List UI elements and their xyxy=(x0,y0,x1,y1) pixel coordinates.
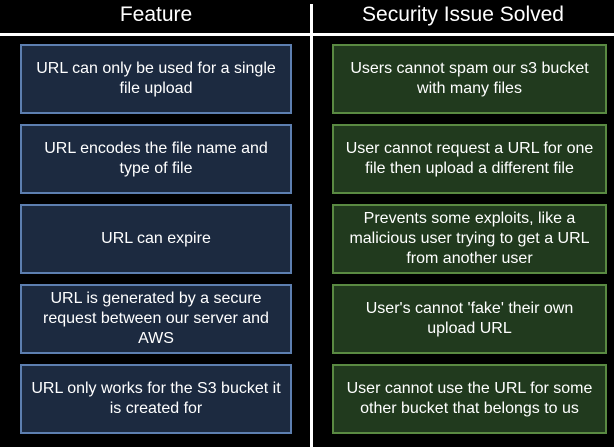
security-box-no-spam: Users cannot spam our s3 bucket with man… xyxy=(332,44,607,114)
security-box-no-fake-url: User's cannot 'fake' their own upload UR… xyxy=(332,284,607,354)
column-divider xyxy=(310,4,313,447)
feature-column-header: Feature xyxy=(119,3,193,26)
security-box-prevents-exploits: Prevents some exploits, like a malicious… xyxy=(332,204,607,274)
feature-box-expire: URL can expire xyxy=(20,204,292,274)
header-divider xyxy=(0,33,614,36)
security-column-header: Security Issue Solved xyxy=(362,3,564,26)
feature-box-single-upload: URL can only be used for a single file u… xyxy=(20,44,292,114)
security-box-no-file-swap: User cannot request a URL for one file t… xyxy=(332,124,607,194)
feature-box-encodes-name-type: URL encodes the file name and type of fi… xyxy=(20,124,292,194)
feature-box-secure-request: URL is generated by a secure request bet… xyxy=(20,284,292,354)
security-box-no-other-bucket: User cannot use the URL for some other b… xyxy=(332,364,607,434)
feature-box-bucket-specific: URL only works for the S3 bucket it is c… xyxy=(20,364,292,434)
